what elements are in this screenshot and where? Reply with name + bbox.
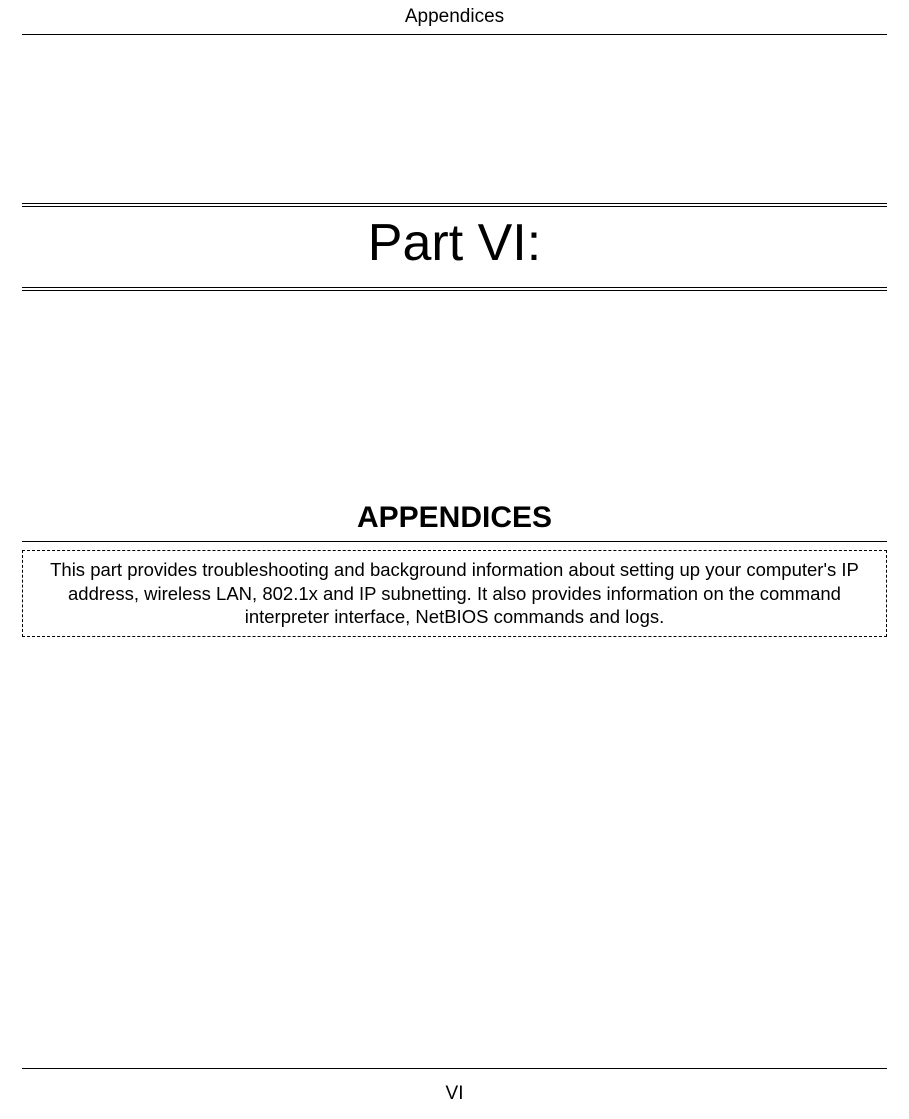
header-title: Appendices: [405, 6, 504, 27]
part-title-rule-outer: Part VI:: [22, 203, 887, 291]
description-box: This part provides troubleshooting and b…: [22, 550, 887, 637]
page-content: Part VI: APPENDICES This part provides t…: [22, 35, 887, 1068]
part-title: Part VI:: [368, 214, 541, 272]
section-heading-wrapper: APPENDICES: [22, 501, 887, 542]
section-heading: APPENDICES: [357, 501, 552, 534]
part-title-rule-inner: Part VI:: [22, 206, 887, 288]
page-number: VI: [446, 1083, 464, 1104]
page-container: Appendices Part VI: APPENDICES This part…: [0, 0, 909, 1119]
description-text: This part provides troubleshooting and b…: [50, 559, 859, 627]
page-header: Appendices: [22, 0, 887, 35]
page-footer: VI: [22, 1068, 887, 1119]
